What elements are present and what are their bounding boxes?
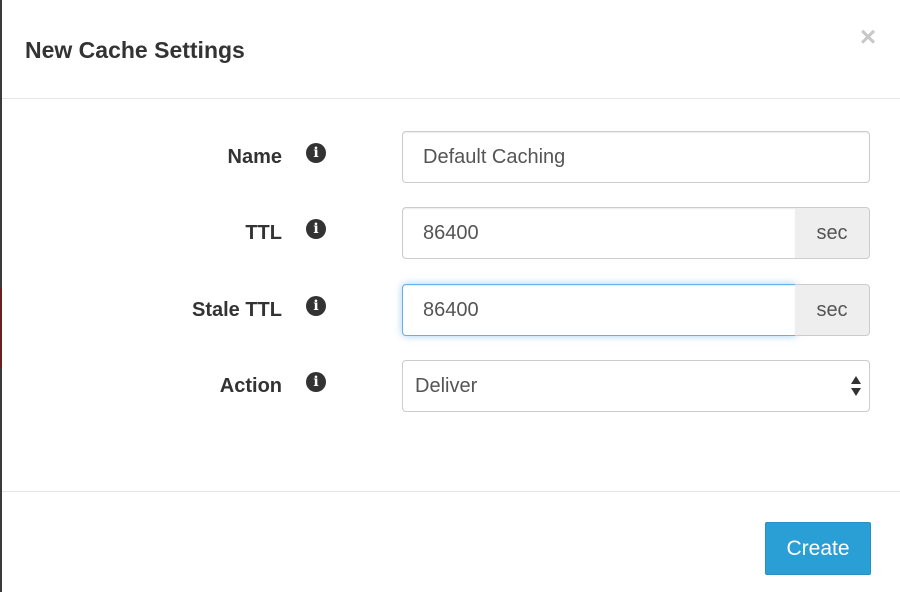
- stale-ttl-label: Stale TTL: [191, 299, 282, 321]
- ttl-unit-addon: sec: [795, 207, 870, 259]
- close-icon[interactable]: ×: [855, 22, 881, 52]
- modal-header: New Cache Settings ×: [2, 0, 900, 99]
- name-input[interactable]: Default Caching: [402, 131, 870, 183]
- name-label: Name: [227, 146, 282, 168]
- form-row-action: Action i Deliver: [2, 360, 900, 412]
- action-select[interactable]: Deliver: [402, 360, 870, 412]
- stale-ttl-unit-addon: sec: [795, 284, 870, 336]
- form-row-name: Name i Default Caching: [2, 131, 900, 183]
- info-icon[interactable]: i: [306, 296, 326, 316]
- info-icon[interactable]: i: [306, 143, 326, 163]
- info-icon[interactable]: i: [306, 372, 326, 392]
- form-row-stale-ttl: Stale TTL i 86400 sec: [2, 284, 900, 336]
- ttl-label: TTL: [245, 222, 282, 244]
- create-button[interactable]: Create: [765, 522, 871, 575]
- cache-settings-modal: New Cache Settings × Name i Default Cach…: [2, 0, 900, 592]
- action-label: Action: [219, 375, 282, 397]
- stale-ttl-input[interactable]: 86400: [402, 284, 796, 336]
- info-icon[interactable]: i: [306, 219, 326, 239]
- modal-footer: Create: [2, 491, 900, 592]
- action-select-value: Deliver: [415, 375, 478, 397]
- select-arrows-icon: [851, 376, 861, 396]
- modal-title: New Cache Settings: [25, 37, 245, 63]
- form-row-ttl: TTL i 86400 sec: [2, 207, 900, 259]
- ttl-input[interactable]: 86400: [402, 207, 796, 259]
